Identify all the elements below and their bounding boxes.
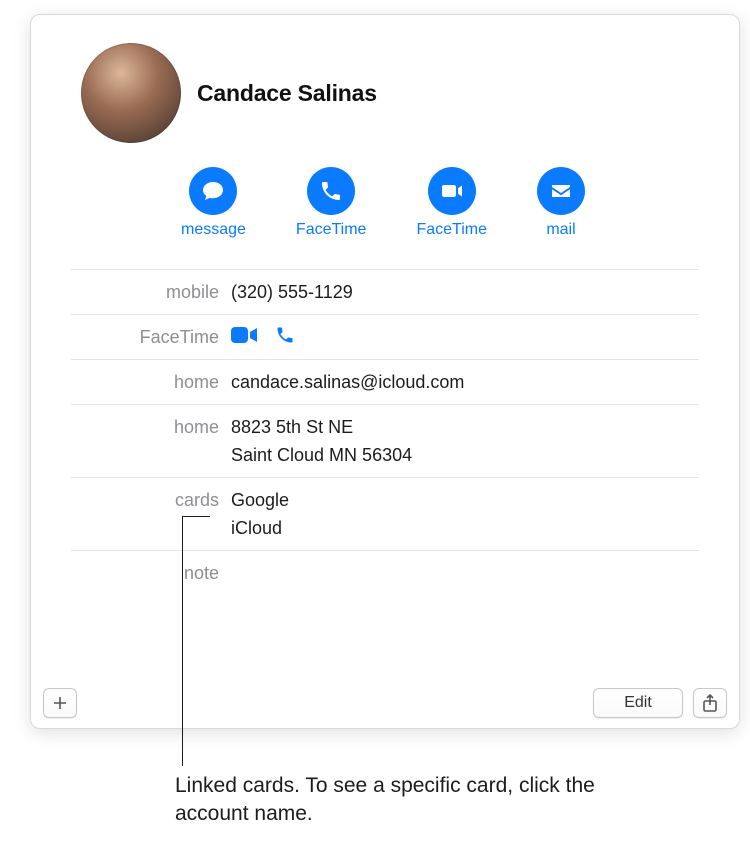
callout-connector-h <box>182 516 210 517</box>
contact-card-window: Candace Salinas message FaceTime FaceTim… <box>30 14 740 729</box>
address-field-value: 8823 5th St NE Saint Cloud MN 56304 <box>231 413 412 469</box>
video-icon[interactable] <box>231 325 257 345</box>
message-icon <box>189 167 237 215</box>
bottom-toolbar: Edit <box>31 678 739 728</box>
message-action[interactable]: message <box>181 167 246 239</box>
email-field-label: home <box>71 368 231 396</box>
email-field-value: candace.salinas@icloud.com <box>231 368 464 396</box>
avatar[interactable] <box>81 43 181 143</box>
address-row[interactable]: home 8823 5th St NE Saint Cloud MN 56304 <box>71 404 699 477</box>
mobile-field-value: (320) 555-1129 <box>231 278 353 306</box>
share-button[interactable] <box>693 688 727 718</box>
cards-field-label: cards <box>71 486 231 514</box>
note-row[interactable]: note <box>71 550 699 595</box>
callout-text: Linked cards. To see a specific card, cl… <box>175 772 595 829</box>
contact-details: mobile (320) 555-1129 FaceTime home cand… <box>31 269 739 595</box>
facetime-field-label: FaceTime <box>71 323 231 351</box>
linked-card-icloud[interactable]: iCloud <box>231 514 289 542</box>
phone-icon <box>307 167 355 215</box>
facetime-audio-action[interactable]: FaceTime <box>416 167 487 239</box>
action-row: message FaceTime FaceTime mail <box>31 153 739 269</box>
callout-connector-v <box>182 516 183 766</box>
facetime-video-action[interactable]: FaceTime <box>296 167 367 239</box>
share-icon <box>702 694 718 712</box>
mail-action[interactable]: mail <box>537 167 585 239</box>
mobile-field-label: mobile <box>71 278 231 306</box>
video-icon <box>428 167 476 215</box>
contact-header: Candace Salinas <box>31 15 739 153</box>
cards-field-value: Google iCloud <box>231 486 289 542</box>
email-row[interactable]: home candace.salinas@icloud.com <box>71 359 699 404</box>
note-field-label: note <box>71 559 231 587</box>
facetime-video-label: FaceTime <box>296 221 367 239</box>
add-button[interactable] <box>43 688 77 718</box>
edit-button-label: Edit <box>624 694 652 712</box>
cards-row: cards Google iCloud <box>71 477 699 550</box>
address-field-label: home <box>71 413 231 441</box>
phone-icon[interactable] <box>275 325 295 345</box>
facetime-row: FaceTime <box>71 314 699 359</box>
facetime-audio-label: FaceTime <box>416 221 487 239</box>
mobile-row[interactable]: mobile (320) 555-1129 <box>71 269 699 314</box>
mail-icon <box>537 167 585 215</box>
mail-label: mail <box>546 221 575 239</box>
address-line-2: Saint Cloud MN 56304 <box>231 441 412 469</box>
contact-name: Candace Salinas <box>197 80 377 107</box>
message-label: message <box>181 221 246 239</box>
plus-icon <box>52 695 68 711</box>
linked-card-google[interactable]: Google <box>231 486 289 514</box>
edit-button[interactable]: Edit <box>593 688 683 718</box>
address-line-1: 8823 5th St NE <box>231 413 412 441</box>
